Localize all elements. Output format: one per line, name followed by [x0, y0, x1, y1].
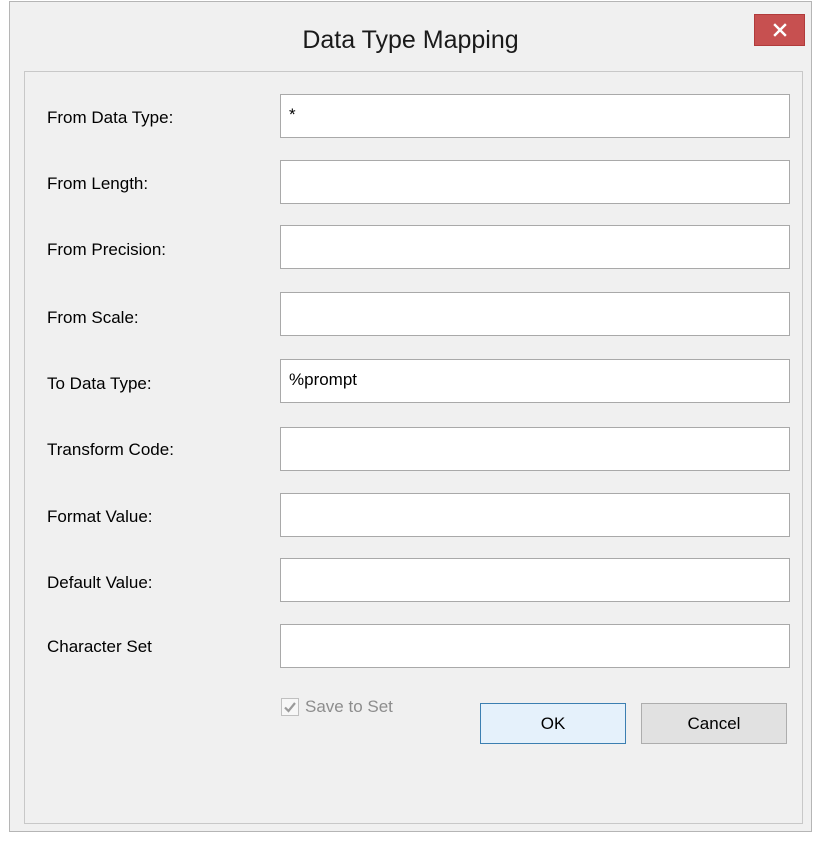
transform-code-input[interactable] [280, 427, 790, 471]
title-bar[interactable]: Data Type Mapping [10, 2, 811, 78]
from-length-label: From Length: [47, 174, 149, 193]
save-to-set-checkbox[interactable]: Save to Set [281, 697, 393, 717]
format-value-label: Format Value: [47, 507, 153, 526]
default-value-input[interactable] [280, 558, 790, 602]
from-precision-label: From Precision: [47, 240, 167, 259]
cancel-button[interactable]: Cancel [641, 703, 787, 744]
from-precision-input[interactable] [280, 225, 790, 269]
transform-code-label: Transform Code: [47, 440, 174, 459]
from-scale-label: From Scale: [47, 308, 139, 327]
from-scale-input[interactable] [280, 292, 790, 336]
from-data-type-label: From Data Type: [47, 108, 174, 127]
save-to-set-label: Save to Set [305, 697, 393, 716]
from-data-type-value: * [289, 105, 296, 124]
character-set-input[interactable] [280, 624, 790, 668]
format-value-input[interactable] [280, 493, 790, 537]
dialog-title: Data Type Mapping [302, 26, 519, 54]
close-icon [772, 23, 787, 37]
close-button[interactable] [754, 14, 805, 46]
to-data-type-input[interactable]: %prompt [280, 359, 790, 403]
checkbox-box[interactable] [281, 698, 299, 716]
from-length-input[interactable] [280, 160, 790, 204]
to-data-type-value: %prompt [289, 370, 358, 389]
to-data-type-label: To Data Type: [47, 374, 152, 393]
checkmark-icon [284, 702, 296, 713]
default-value-label: Default Value: [47, 573, 153, 592]
ok-button[interactable]: OK [480, 703, 626, 744]
character-set-label: Character Set [47, 637, 152, 656]
from-data-type-input[interactable]: * [280, 94, 790, 138]
